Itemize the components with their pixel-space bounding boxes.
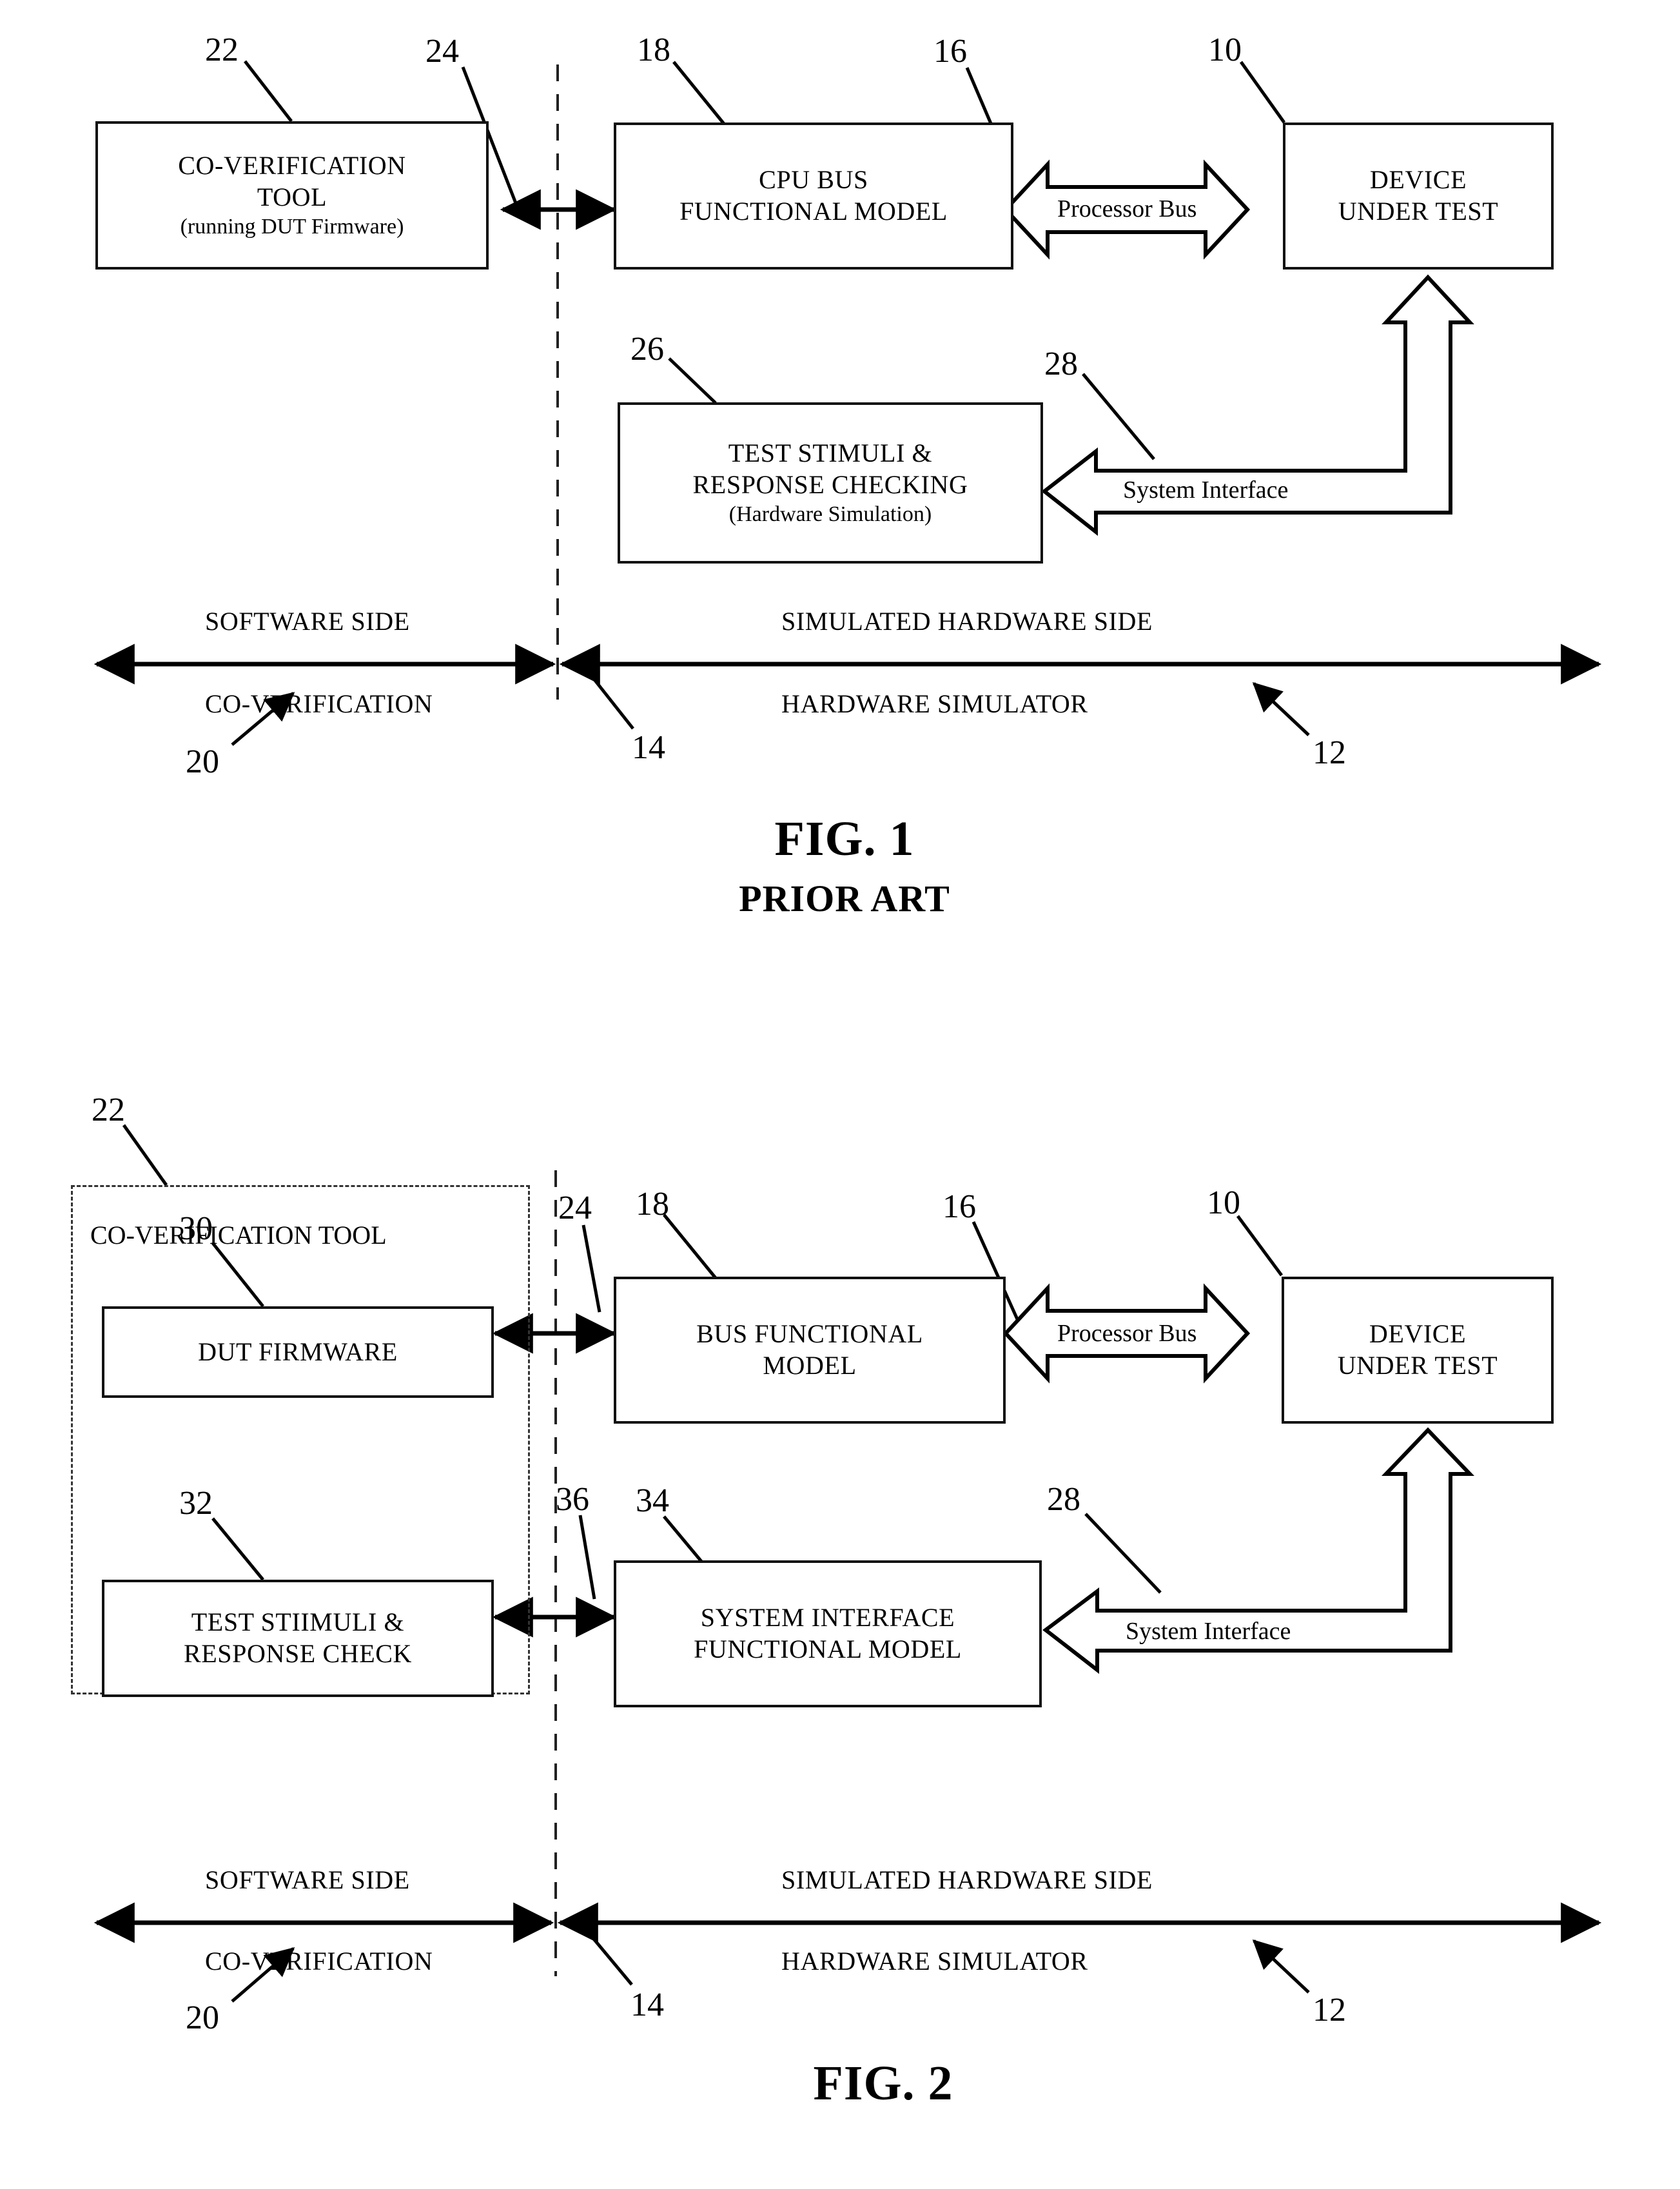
leader-36	[578, 1515, 596, 1600]
leader-22	[122, 1124, 168, 1186]
axis-label-simulated-hardware-side: SIMULATED HARDWARE SIDE	[781, 607, 1153, 636]
axis-label-hardware-simulator: HARDWARE SIMULATOR	[781, 1947, 1088, 1976]
ref-numeral-16: 16	[943, 1188, 976, 1225]
figure-2-caption: FIG. 2	[813, 2056, 953, 2110]
box-line: TEST STIMULI &	[728, 438, 933, 468]
leader-28	[1084, 1513, 1162, 1594]
box-device-under-test[interactable]: DEVICE UNDER TEST	[1283, 123, 1554, 270]
box-line: BUS FUNCTIONAL	[696, 1319, 923, 1349]
box-line: MODEL	[763, 1351, 857, 1380]
leader-14	[579, 1921, 633, 1986]
box-line: DUT FIRMWARE	[198, 1337, 398, 1366]
axis-label-co-verification: CO-VERIFICATION	[205, 689, 433, 718]
leader-18	[663, 1213, 717, 1279]
axis-label-co-verification: CO-VERIFICATION	[205, 1947, 433, 1976]
container-title-co-verification-tool: CO-VERIFICATION TOOL	[90, 1221, 387, 1250]
box-subline: (running DUT Firmware)	[180, 215, 404, 239]
ref-numeral-12: 12	[1313, 734, 1346, 771]
figure-1-caption: FIG. 1	[774, 812, 915, 866]
ref-numeral-16: 16	[933, 33, 967, 70]
ref-numeral-14: 14	[630, 1987, 664, 2023]
ref-numeral-12: 12	[1313, 1992, 1346, 2028]
label-system-interface: System Interface	[1123, 476, 1289, 504]
ref-numeral-10: 10	[1207, 1184, 1240, 1221]
ref-numeral-22: 22	[92, 1092, 125, 1128]
ref-numeral-10: 10	[1208, 32, 1242, 68]
leader-24	[581, 1224, 601, 1313]
box-line: FUNCTIONAL MODEL	[679, 197, 948, 226]
box-bus-functional-model[interactable]: BUS FUNCTIONAL MODEL	[614, 1277, 1006, 1424]
ref-numeral-30: 30	[179, 1210, 213, 1247]
axis-label-simulated-hardware-side: SIMULATED HARDWARE SIDE	[781, 1865, 1153, 1894]
ref-numeral-24: 24	[425, 33, 459, 70]
box-line: TOOL	[257, 182, 327, 212]
box-line: CO-VERIFICATION	[178, 151, 406, 181]
ref-numeral-32: 32	[179, 1485, 213, 1522]
box-line: RESPONSE CHECK	[183, 1639, 413, 1668]
axis-label-software-side: SOFTWARE SIDE	[205, 607, 410, 636]
box-system-interface-functional-model[interactable]: SYSTEM INTERFACE FUNCTIONAL MODEL	[614, 1560, 1042, 1707]
ref-numeral-18: 18	[636, 1186, 669, 1222]
box-co-verification-tool[interactable]: CO-VERIFICATION TOOL (running DUT Firmwa…	[95, 121, 489, 270]
axis-label-hardware-simulator: HARDWARE SIMULATOR	[781, 689, 1088, 718]
box-test-stimuli-response-checking[interactable]: TEST STIMULI & RESPONSE CHECKING (Hardwa…	[618, 402, 1043, 564]
ref-numeral-20: 20	[186, 1999, 219, 2036]
label-system-interface: System Interface	[1126, 1618, 1291, 1645]
ref-numeral-26: 26	[630, 331, 664, 368]
ref-numeral-36: 36	[556, 1481, 589, 1518]
leader-10	[1236, 1215, 1284, 1277]
ref-numeral-34: 34	[636, 1482, 669, 1519]
box-line: UNDER TEST	[1337, 1351, 1498, 1380]
axis-label-software-side: SOFTWARE SIDE	[205, 1865, 410, 1894]
box-line: DEVICE	[1369, 1319, 1467, 1349]
ref-numeral-24: 24	[558, 1190, 592, 1226]
ref-numeral-14: 14	[632, 729, 665, 766]
box-line: UNDER TEST	[1338, 197, 1499, 226]
box-cpu-bus-functional-model[interactable]: CPU BUS FUNCTIONAL MODEL	[614, 123, 1013, 270]
ref-numeral-28: 28	[1047, 1481, 1080, 1518]
label-processor-bus: Processor Bus	[1057, 195, 1197, 222]
box-line: RESPONSE CHECKING	[692, 470, 968, 500]
box-test-stimuli-response-check[interactable]: TEST STIIMULI & RESPONSE CHECK	[102, 1580, 494, 1697]
ref-numeral-20: 20	[186, 743, 219, 780]
box-line: FUNCTIONAL MODEL	[694, 1634, 962, 1664]
box-dut-firmware[interactable]: DUT FIRMWARE	[102, 1306, 494, 1398]
box-line: CPU BUS	[759, 165, 868, 195]
box-device-under-test[interactable]: DEVICE UNDER TEST	[1282, 1277, 1554, 1424]
box-line: TEST STIIMULI &	[191, 1607, 405, 1637]
figure-2-vector-layer	[93, 1124, 1602, 2003]
leader-12	[1252, 1939, 1310, 1994]
box-line: SYSTEM INTERFACE	[700, 1603, 955, 1633]
figure-1-subcaption: PRIOR ART	[739, 878, 950, 919]
box-line: DEVICE	[1369, 165, 1467, 195]
ref-numeral-28: 28	[1044, 346, 1078, 382]
box-subline: (Hardware Simulation)	[728, 502, 932, 527]
label-processor-bus: Processor Bus	[1057, 1320, 1197, 1347]
ref-numeral-22: 22	[205, 32, 239, 68]
ref-numeral-18: 18	[637, 32, 670, 68]
